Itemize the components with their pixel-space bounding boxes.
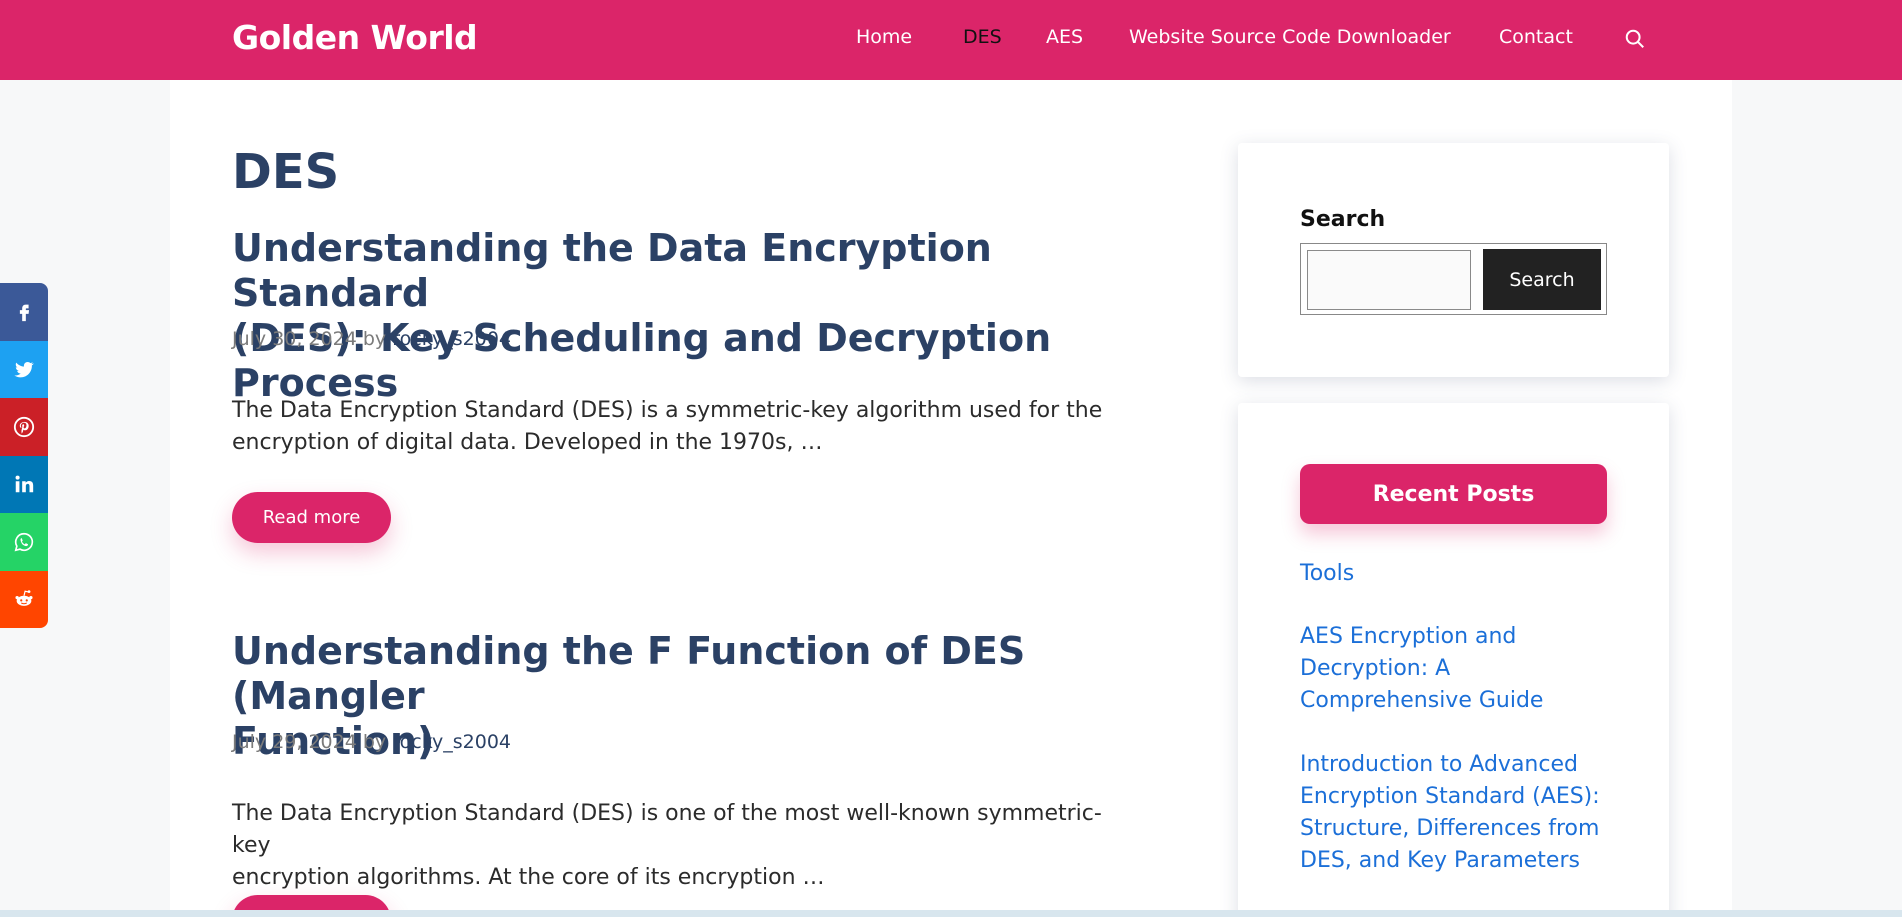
post-author[interactable]: rocky_s2004	[392, 731, 511, 753]
whatsapp-icon	[14, 532, 34, 552]
recent-post-link[interactable]: AES Encryption and Decryption: A Compreh…	[1300, 621, 1600, 717]
facebook-icon	[19, 304, 30, 321]
nav-item-des[interactable]: DES	[963, 26, 1002, 48]
pinterest-share-button[interactable]	[0, 398, 48, 456]
social-share-bar	[0, 283, 48, 628]
recent-post-line: Tools	[1300, 561, 1355, 586]
post-excerpt: The Data Encryption Standard (DES) is on…	[232, 798, 1132, 894]
search-icon[interactable]	[1624, 28, 1646, 50]
post-title-line: Understanding the Data Encryption Standa…	[232, 226, 992, 315]
post-title[interactable]: Understanding the Data Encryption Standa…	[232, 226, 1132, 406]
twitter-icon	[14, 362, 34, 378]
linkedin-share-button[interactable]	[0, 455, 48, 513]
search-label: Search	[1300, 207, 1386, 232]
nav-item-website-source-code-downloader[interactable]: Website Source Code Downloader	[1129, 26, 1451, 48]
recent-post-line: Introduction to Advanced	[1300, 752, 1578, 777]
reddit-icon	[15, 590, 33, 607]
search-button[interactable]: Search	[1483, 249, 1601, 310]
nav-item-aes[interactable]: AES	[1046, 26, 1083, 48]
recent-posts-heading: Recent Posts	[1300, 464, 1607, 524]
page-title: DES	[232, 144, 340, 200]
site-title[interactable]: Golden World	[232, 18, 478, 57]
twitter-share-button[interactable]	[0, 340, 48, 398]
post-meta: July 29, 2024 by rocky_s2004	[232, 731, 511, 753]
facebook-share-button[interactable]	[0, 283, 48, 341]
search-form: Search	[1300, 243, 1607, 315]
recent-post-link[interactable]: Introduction to Advanced Encryption Stan…	[1300, 749, 1600, 877]
search-widget: Search Search	[1238, 143, 1669, 377]
recent-post-line: Comprehensive Guide	[1300, 688, 1544, 713]
recent-post-link[interactable]: Tools	[1300, 558, 1600, 590]
recent-post-line: AES Encryption and	[1300, 624, 1517, 649]
post-excerpt-line: encryption of digital data. Developed in…	[232, 430, 823, 455]
pinterest-icon	[13, 416, 35, 437]
search-input[interactable]	[1307, 250, 1471, 310]
recent-posts-widget: Recent Posts Tools AES Encryption and De…	[1238, 403, 1669, 917]
post-date: July 29, 2024	[232, 731, 357, 753]
recent-post-line: DES, and Key Parameters	[1300, 848, 1580, 873]
post-excerpt: The Data Encryption Standard (DES) is a …	[232, 395, 1132, 459]
post-by: by	[362, 328, 387, 350]
post-author[interactable]: rocky_s2004	[392, 328, 511, 350]
post-excerpt-line: encryption algorithms. At the core of it…	[232, 865, 825, 890]
bottom-strip	[0, 910, 1902, 917]
read-more-button[interactable]: Read more	[232, 492, 391, 543]
post-excerpt-line: The Data Encryption Standard (DES) is on…	[232, 801, 1102, 858]
site-header: Golden World Home DES AES Website Source…	[0, 0, 1902, 80]
recent-post-line: Decryption: A	[1300, 656, 1451, 681]
nav-item-home[interactable]: Home	[856, 26, 912, 48]
post-by: by	[362, 731, 387, 753]
recent-post-line: Structure, Differences from	[1300, 816, 1600, 841]
recent-post-line: Encryption Standard (AES):	[1300, 784, 1600, 809]
post-date: July 30, 2024	[232, 328, 357, 350]
linkedin-icon	[15, 475, 34, 493]
post-title-line: Understanding the F Function of DES (Man…	[232, 629, 1026, 718]
post-excerpt-line: The Data Encryption Standard (DES) is a …	[232, 398, 1103, 423]
whatsapp-share-button[interactable]	[0, 513, 48, 571]
reddit-share-button[interactable]	[0, 570, 48, 628]
nav-item-contact[interactable]: Contact	[1499, 26, 1573, 48]
post-meta: July 30, 2024 by rocky_s2004	[232, 328, 511, 350]
